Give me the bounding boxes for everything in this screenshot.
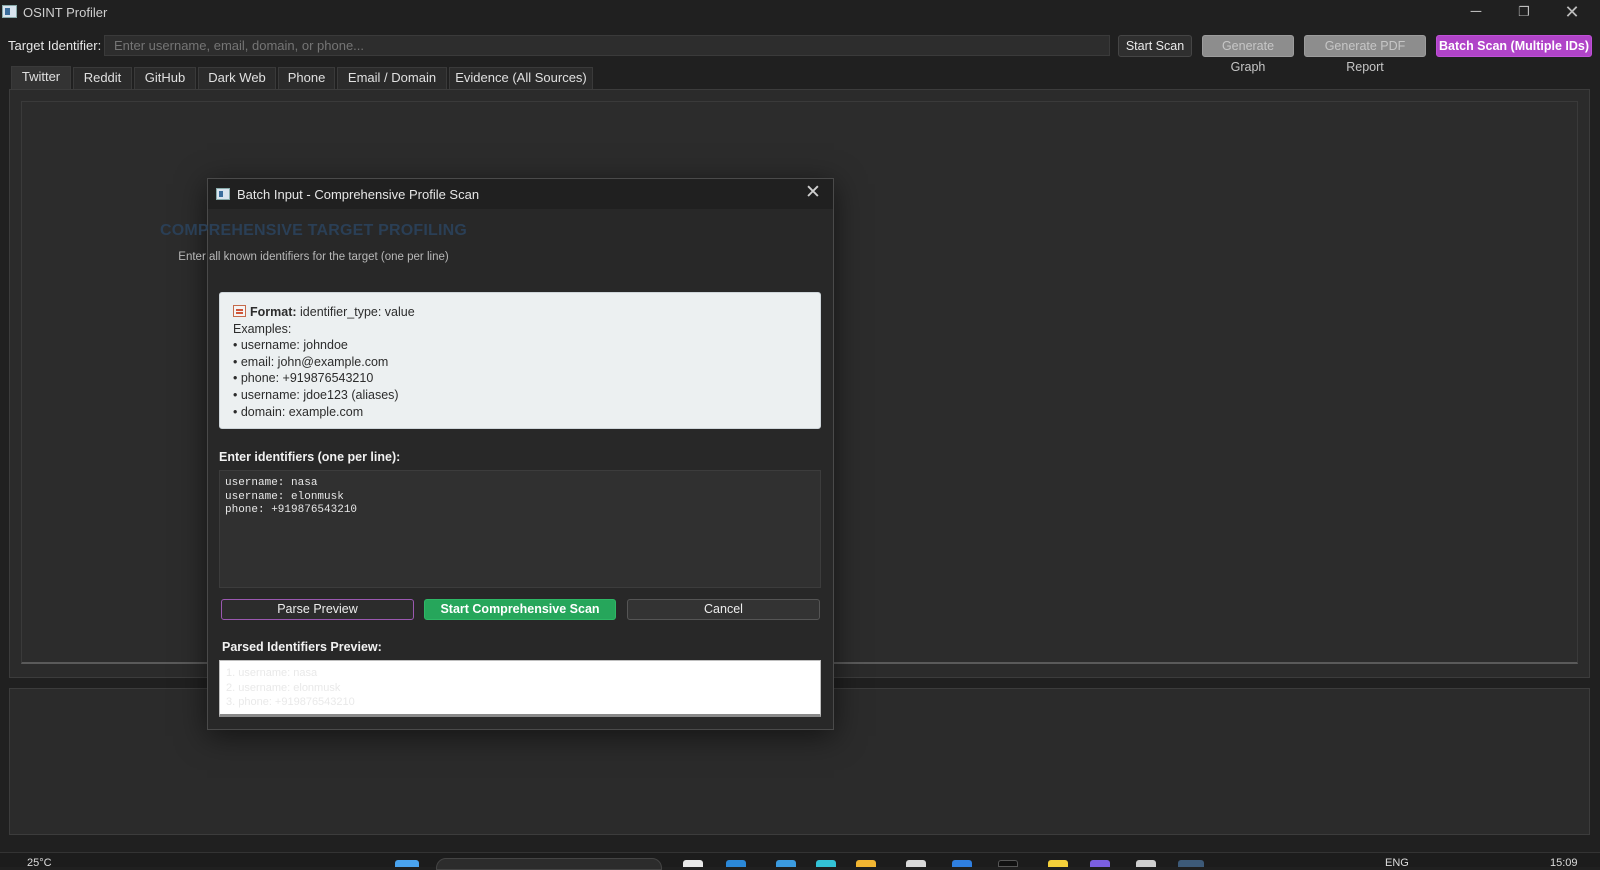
tab-github[interactable]: GitHub xyxy=(134,67,196,89)
identifiers-label: Enter identifiers (one per line): xyxy=(219,450,401,464)
parsed-identifier-line: 3. phone: +919876543210 xyxy=(226,696,355,708)
generate-graph-button[interactable]: Generate Graph xyxy=(1202,35,1294,74)
tab-dark-web[interactable]: Dark Web xyxy=(198,67,276,89)
app-icon xyxy=(2,5,17,18)
taskbar-app-icon[interactable] xyxy=(952,860,972,867)
dialog-subheading: Enter all known identifiers for the targ… xyxy=(178,251,449,263)
parse-preview-button[interactable]: Parse Preview xyxy=(221,599,414,620)
identifier-line: username: elonmusk xyxy=(225,490,344,503)
window-titlebar xyxy=(0,0,1600,26)
format-help-box: Format: identifier_type: value Examples:… xyxy=(219,292,821,429)
tab-reddit[interactable]: Reddit xyxy=(73,67,132,89)
weather-temperature[interactable]: 25°C xyxy=(27,857,52,869)
target-identifier-label: Target Identifier: xyxy=(8,38,102,53)
example-item: • phone: +919876543210 xyxy=(233,371,374,386)
taskbar-app-icon[interactable] xyxy=(1136,860,1156,867)
input-language-indicator[interactable]: ENG xyxy=(1385,857,1409,869)
parsed-preview-box[interactable]: 1. username: nasa 2. username: elonmusk … xyxy=(219,660,821,717)
close-window-button[interactable]: ✕ xyxy=(1548,0,1596,26)
taskbar-app-icon[interactable] xyxy=(856,860,876,867)
taskbar-app-icon[interactable] xyxy=(1048,860,1068,867)
tab-email-domain[interactable]: Email / Domain xyxy=(337,67,447,89)
example-item: • username: johndoe xyxy=(233,338,348,353)
tab-twitter[interactable]: Twitter xyxy=(11,66,71,90)
dialog-heading: COMPREHENSIVE TARGET PROFILING xyxy=(159,222,468,239)
minimize-button[interactable]: ─ xyxy=(1452,0,1500,26)
example-item: • username: jdoe123 (aliases) xyxy=(233,387,399,402)
taskbar-search-box[interactable] xyxy=(436,858,662,870)
taskbar-app-icon[interactable] xyxy=(906,860,926,867)
example-item: • domain: example.com xyxy=(233,404,364,419)
os-taskbar xyxy=(0,852,1600,867)
taskbar-app-icon[interactable] xyxy=(1178,860,1204,867)
taskbar-app-icon[interactable] xyxy=(816,860,836,867)
taskbar-app-icon[interactable] xyxy=(776,860,796,867)
dialog-app-icon xyxy=(216,188,230,200)
examples-label: Examples: xyxy=(233,321,292,336)
taskbar-app-icon[interactable] xyxy=(1090,860,1110,867)
parsed-preview-label: Parsed Identifiers Preview: xyxy=(222,640,382,654)
taskbar-app-icon[interactable] xyxy=(998,860,1018,867)
format-label: Format: xyxy=(250,305,297,319)
format-value: identifier_type: value xyxy=(300,305,415,319)
identifier-line: phone: +919876543210 xyxy=(225,504,358,517)
parsed-identifier-line: 2. username: elonmusk xyxy=(226,681,341,694)
batch-scan-button[interactable]: Batch Scan (Multiple IDs) xyxy=(1436,35,1592,57)
tab-phone[interactable]: Phone xyxy=(278,67,335,89)
cancel-button[interactable]: Cancel xyxy=(627,599,820,620)
generate-pdf-report-button[interactable]: Generate PDF Report xyxy=(1304,35,1426,74)
taskbar-app-icon[interactable] xyxy=(726,860,746,867)
memo-icon xyxy=(233,305,246,317)
start-comprehensive-scan-button[interactable]: Start Comprehensive Scan xyxy=(424,599,616,620)
system-clock[interactable]: 15:09 xyxy=(1550,857,1578,869)
maximize-button[interactable]: ❐ xyxy=(1500,0,1548,26)
identifiers-textarea[interactable]: username: nasa username: elonmusk phone:… xyxy=(219,470,821,588)
identifier-line: username: nasa xyxy=(225,477,318,489)
start-menu-icon[interactable] xyxy=(395,860,419,867)
start-scan-button[interactable]: Start Scan xyxy=(1118,35,1192,57)
target-identifier-input[interactable] xyxy=(104,35,1110,56)
dialog-close-button[interactable]: ✕ xyxy=(800,182,826,206)
dialog-title: Batch Input - Comprehensive Profile Scan xyxy=(237,187,480,202)
taskbar-app-icon[interactable] xyxy=(683,860,703,867)
parsed-identifier-line: 1. username: nasa xyxy=(226,667,318,679)
example-item: • email: john@example.com xyxy=(233,354,389,369)
tab-evidence[interactable]: Evidence (All Sources) xyxy=(449,67,593,89)
window-title: OSINT Profiler xyxy=(23,5,108,20)
